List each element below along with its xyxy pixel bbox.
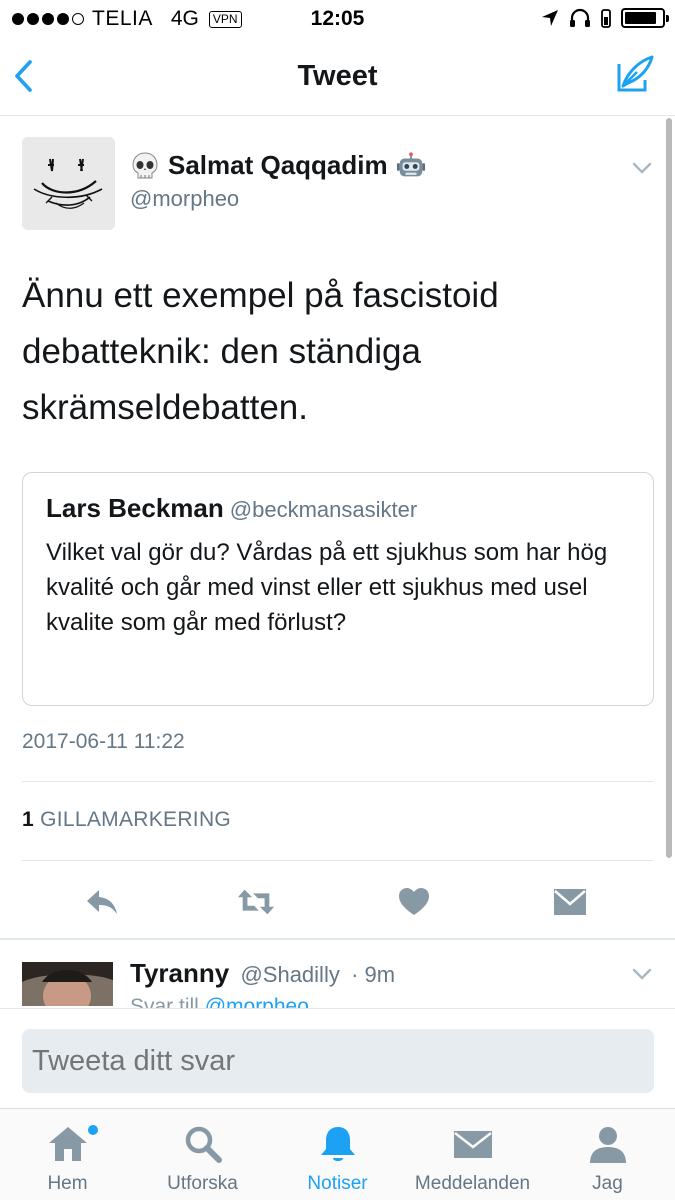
tab-label: Jag [592, 1173, 623, 1194]
likes-count[interactable]: 1 GILLAMARKERING [22, 808, 231, 832]
quoted-author-name: Lars Beckman [46, 493, 224, 523]
battery-icon [621, 8, 669, 28]
headphones-icon [570, 8, 590, 27]
like-button[interactable] [394, 882, 434, 922]
reply-to-prefix: Svar till [130, 996, 199, 1008]
reply-to-handle[interactable]: @morpheo [205, 996, 309, 1008]
scrollbar[interactable] [666, 118, 672, 858]
quoted-author-handle: @beckmansasikter [229, 497, 418, 522]
author-handle[interactable]: @morpheo [130, 186, 239, 212]
like-icon [399, 888, 429, 915]
tab-explore[interactable]: Utforska [135, 1109, 270, 1200]
retweet-button[interactable] [236, 882, 276, 922]
tab-messages[interactable]: Meddelanden [405, 1109, 540, 1200]
tweet-text: Ännu ett exempel på fascistoid debattekn… [22, 276, 499, 427]
likes-number: 1 [22, 808, 34, 831]
location-arrow-icon [542, 10, 558, 26]
status-bar: TELIA 4G VPN 12:05 [0, 0, 675, 38]
search-icon [185, 1126, 222, 1163]
reply-button[interactable] [82, 882, 122, 922]
direct-message-button[interactable] [550, 882, 590, 922]
quoted-tweet-header: Lars Beckman @beckmansasikter [46, 493, 417, 524]
quoted-tweet-card[interactable]: Lars Beckman @beckmansasikter Vilket val … [22, 472, 654, 706]
tweet-timestamp: 2017-06-11 11:22 [22, 730, 185, 753]
new-content-dot [88, 1125, 98, 1135]
divider [22, 781, 653, 782]
compose-tweet-icon[interactable] [615, 54, 655, 94]
reply-icon [87, 890, 117, 914]
author-name: Salmat Qaqqadim [168, 150, 388, 180]
bell-icon [321, 1127, 355, 1161]
tab-bar: Hem Utforska Notiser Meddelanden Jag [0, 1108, 675, 1200]
tab-label: Notiser [307, 1173, 368, 1194]
reply-to-line: Svar till @morpheo [130, 996, 309, 1008]
tab-me[interactable]: Jag [540, 1109, 675, 1200]
tab-label: Utforska [167, 1173, 238, 1194]
reply-author-avatar[interactable] [22, 962, 113, 1006]
envelope-icon [454, 1131, 492, 1158]
navigation-bar: Tweet [0, 38, 675, 116]
home-icon [49, 1127, 87, 1161]
tab-home[interactable]: Hem [0, 1109, 135, 1200]
author-avatar[interactable] [22, 137, 115, 230]
likes-label: GILLAMARKERING [40, 808, 232, 831]
reply-input[interactable] [22, 1029, 654, 1093]
chevron-down-icon[interactable] [631, 966, 653, 982]
quoted-tweet-text: Vilket val gör du? Vårdas på ett sjukhus… [46, 539, 608, 636]
status-right [541, 8, 669, 28]
reply-author-handle: @Shadilly [240, 962, 340, 987]
section-separator [0, 938, 675, 940]
profile-icon [590, 1127, 626, 1163]
bluetooth-battery-icon [601, 9, 611, 28]
reply-header[interactable]: Tyranny @Shadilly · 9m [130, 958, 395, 989]
divider [22, 860, 653, 861]
tab-label: Meddelanden [414, 1173, 531, 1194]
tab-notifications[interactable]: Notiser [270, 1109, 405, 1200]
robot-emoji-icon [396, 151, 425, 176]
tab-label: Hem [47, 1173, 88, 1194]
reply-author-name: Tyranny [130, 958, 230, 988]
avatar-face-drawing [22, 137, 115, 230]
reply-composer-bar [0, 1008, 675, 1108]
author-name-row[interactable]: Salmat Qaqqadim [130, 150, 426, 181]
page-title: Tweet [297, 60, 378, 92]
tweet-action-bar [0, 870, 675, 934]
retweet-icon [237, 889, 275, 915]
direct-message-icon [554, 889, 586, 915]
chevron-down-icon[interactable] [631, 160, 653, 176]
skull-emoji-icon [132, 151, 158, 178]
reply-avatar-photo [22, 962, 113, 1006]
reply-age: · 9m [351, 962, 396, 987]
